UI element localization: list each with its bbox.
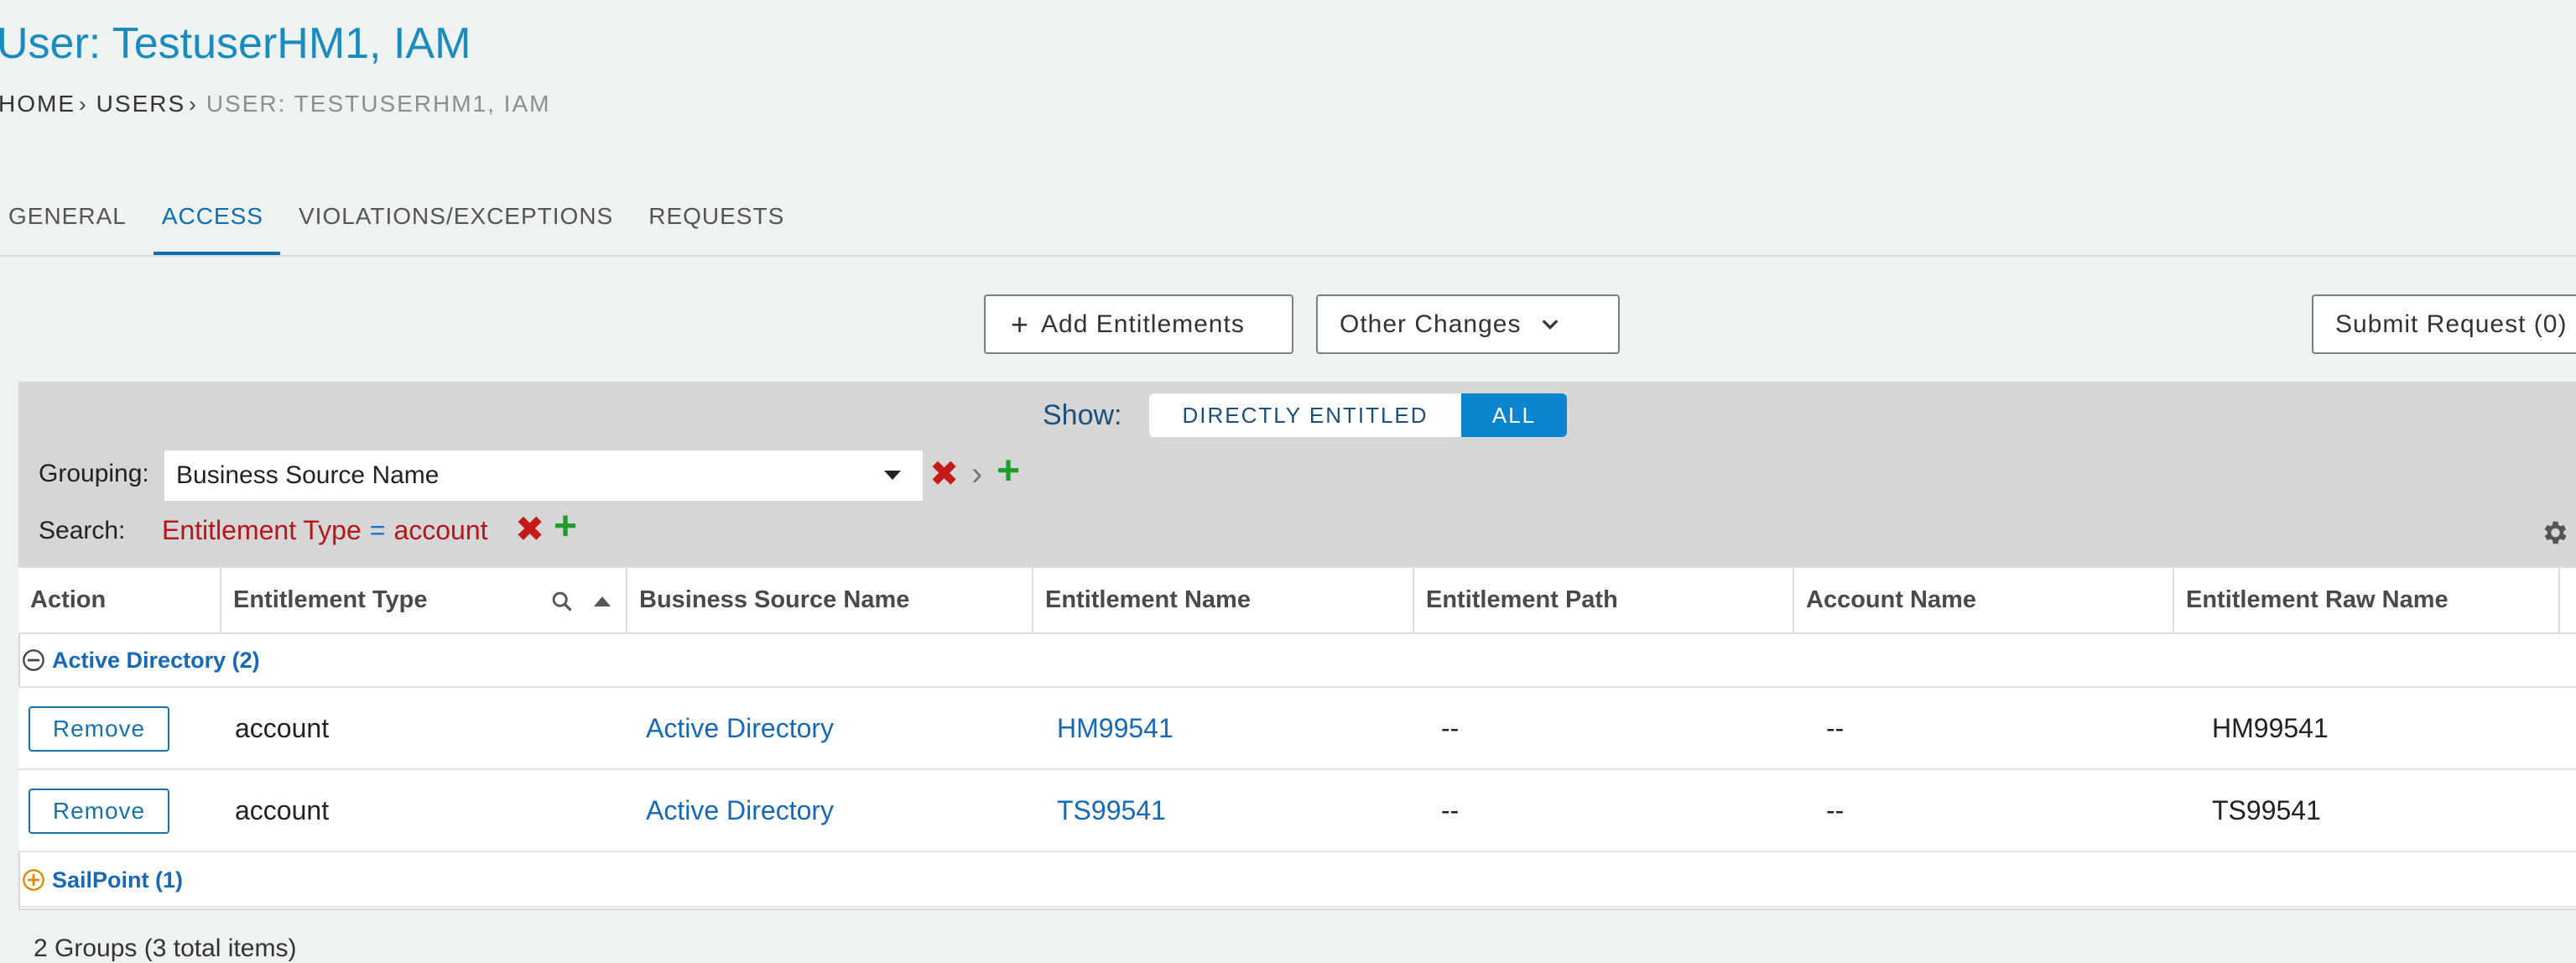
table-row: Remove account Active Directory HM99541 … [18, 688, 2576, 770]
search-filter-chip[interactable]: Entitlement Type = account [162, 515, 488, 546]
column-header-account-name[interactable]: Account Name [1794, 568, 2174, 632]
breadcrumb: HOME › USERS › USER: TESTUSERHM1, IAM [0, 91, 550, 117]
show-label: Show: [1043, 399, 1122, 431]
search-filter-value: account [393, 515, 488, 545]
search-filter-field: Entitlement Type [162, 515, 362, 545]
add-search-filter-icon[interactable]: + [554, 507, 577, 547]
submit-request-label: Submit Request (0) [2335, 310, 2568, 338]
tab-violations-exceptions[interactable]: VIOLATIONS/EXCEPTIONS [290, 188, 630, 242]
cell-entitlement-type: account [235, 712, 330, 743]
cell-business-source-link[interactable]: Active Directory [646, 688, 834, 768]
tab-requests[interactable]: REQUESTS [640, 188, 801, 242]
breadcrumb-users[interactable]: USERS [96, 91, 185, 117]
column-header-business-source-name[interactable]: Business Source Name [627, 568, 1033, 632]
search-filter-operator: = [369, 515, 386, 545]
search-icon[interactable] [550, 590, 574, 613]
grouping-selected-value: Business Source Name [176, 461, 440, 489]
grouping-label: Grouping: [39, 460, 149, 487]
submit-request-button[interactable]: Submit Request (0) [2312, 294, 2576, 354]
tab-access[interactable]: ACCESS [153, 188, 280, 257]
show-toggle: DIRECTLY ENTITLED ALL [1149, 393, 1567, 437]
other-changes-button[interactable]: Other Changes [1316, 294, 1620, 354]
show-all-option[interactable]: ALL [1461, 393, 1567, 437]
column-header-entitlement-raw-name[interactable]: Entitlement Raw Name [2174, 568, 2560, 632]
add-entitlements-label: Add Entitlements [1041, 310, 1245, 338]
group-label: Active Directory (2) [52, 647, 260, 673]
remove-search-filter-icon[interactable]: ✖ [515, 512, 544, 547]
plus-icon: + [1011, 306, 1030, 341]
chevron-right-icon: › [189, 91, 198, 117]
tab-divider [0, 255, 2576, 257]
group-label: SailPoint (1) [52, 867, 184, 893]
gear-icon[interactable] [2539, 518, 2569, 548]
cell-raw-name: HM99541 [2212, 712, 2329, 743]
cell-business-source-link[interactable]: Active Directory [646, 770, 834, 851]
column-header-action: Action [18, 568, 221, 632]
chevron-right-icon[interactable]: › [971, 457, 982, 491]
column-header-entitlement-type[interactable]: Entitlement Type [221, 568, 627, 632]
chevron-down-icon [1543, 319, 1559, 330]
cell-account-name: -- [1826, 794, 1845, 825]
cell-account-name: -- [1826, 712, 1845, 743]
expand-icon[interactable] [22, 868, 45, 892]
tab-general[interactable]: GENERAL [0, 188, 143, 242]
group-row-sailpoint[interactable]: SailPoint (1) [18, 854, 2576, 908]
group-row-active-directory[interactable]: Active Directory (2) [18, 634, 2576, 688]
page-title: User: TestuserHM1, IAM [0, 19, 471, 68]
cell-entitlement-path: -- [1441, 712, 1460, 743]
other-changes-label: Other Changes [1340, 310, 1522, 338]
column-header-entitlement-path[interactable]: Entitlement Path [1414, 568, 1794, 632]
cell-entitlement-name-link[interactable]: TS99541 [1057, 770, 1166, 851]
sort-ascending-icon[interactable] [594, 596, 611, 606]
chevron-right-icon: › [79, 91, 88, 117]
cell-raw-name: TS99541 [2212, 794, 2321, 825]
show-directly-entitled-option[interactable]: DIRECTLY ENTITLED [1149, 393, 1461, 437]
table-summary: 2 Groups (3 total items) [34, 934, 297, 962]
caret-down-icon [884, 471, 901, 480]
table-row: Remove account Active Directory TS99541 … [18, 770, 2576, 852]
breadcrumb-home[interactable]: HOME [0, 91, 75, 117]
cell-entitlement-path: -- [1441, 794, 1460, 825]
search-label: Search: [39, 517, 126, 544]
cell-entitlement-name-link[interactable]: HM99541 [1057, 688, 1174, 768]
grouping-select[interactable]: Business Source Name [164, 450, 923, 501]
add-entitlements-button[interactable]: + Add Entitlements [984, 294, 1293, 354]
add-grouping-icon[interactable]: + [997, 451, 1020, 492]
breadcrumb-current: USER: TESTUSERHM1, IAM [206, 91, 551, 117]
column-header-entitlement-name[interactable]: Entitlement Name [1033, 568, 1414, 632]
tab-bar: GENERAL ACCESS VIOLATIONS/EXCEPTIONS REQ… [0, 188, 811, 257]
remove-button[interactable]: Remove [29, 789, 169, 834]
remove-grouping-icon[interactable]: ✖ [929, 456, 959, 492]
column-header-entitlement-type-label: Entitlement Type [233, 586, 428, 613]
cell-entitlement-type: account [235, 794, 330, 825]
remove-button[interactable]: Remove [29, 706, 169, 752]
collapse-icon[interactable] [22, 648, 45, 672]
table-header: Action Entitlement Type Business Source … [18, 566, 2576, 634]
